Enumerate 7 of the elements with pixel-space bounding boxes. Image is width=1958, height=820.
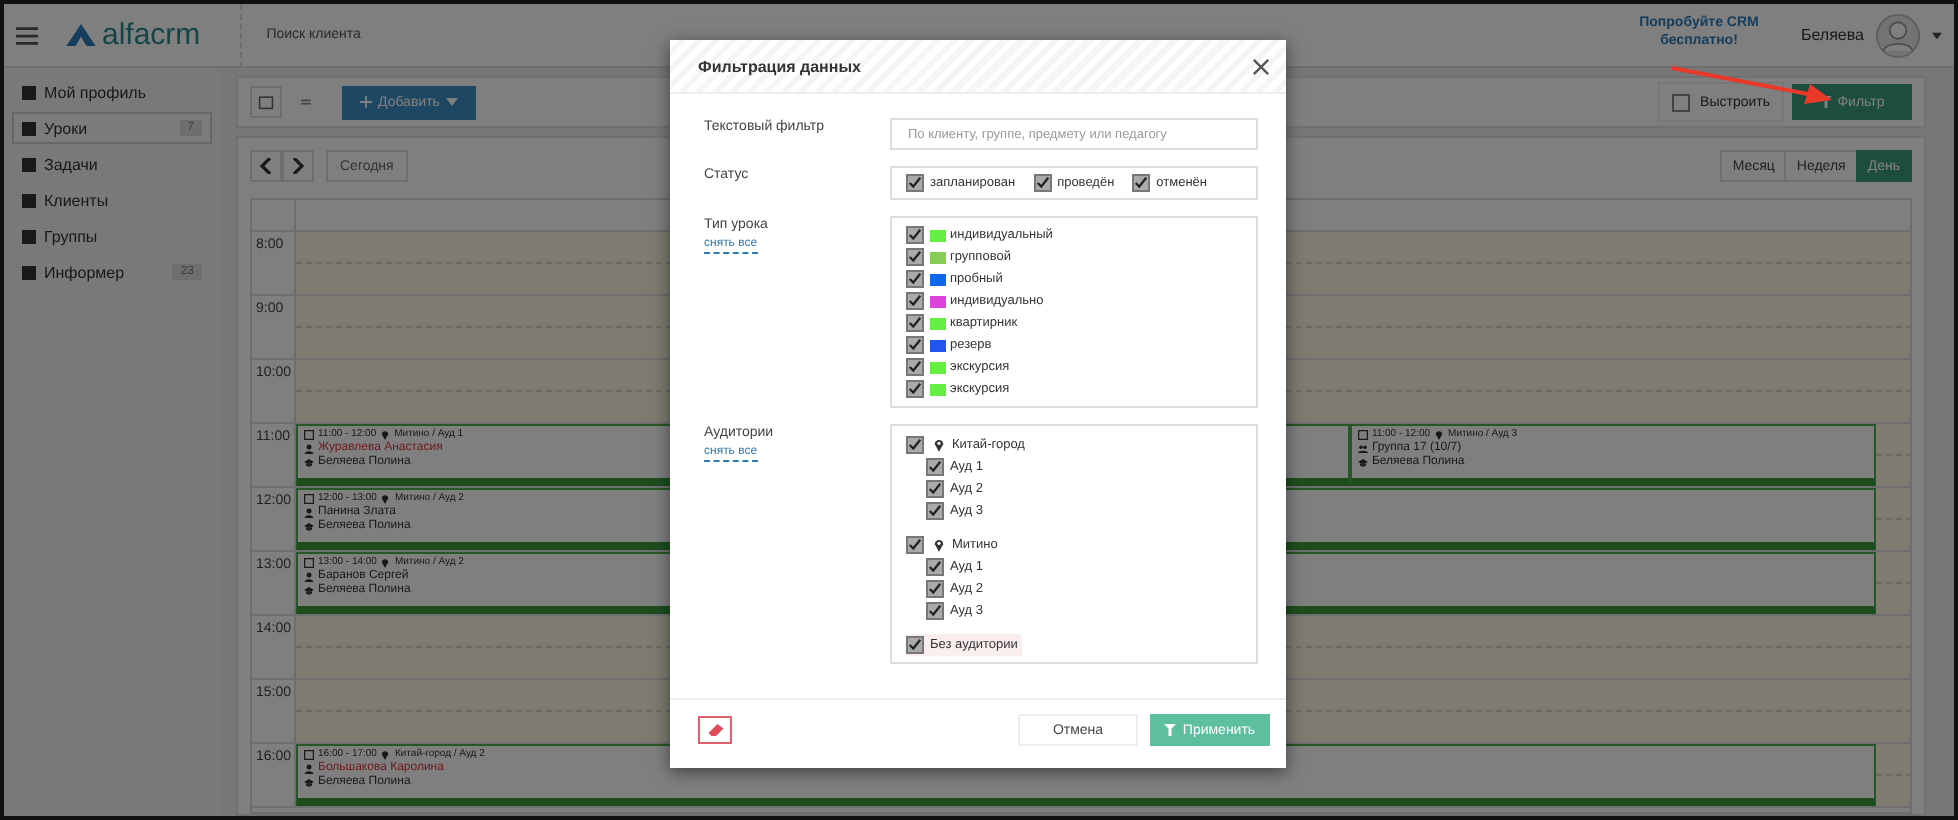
sidebar-item-label: Уроки: [44, 119, 88, 137]
sidebar-item-label: Группы: [44, 227, 98, 245]
sidebar-item-label: Задачи: [44, 155, 98, 173]
sidebar-item-label: Клиенты: [44, 191, 109, 209]
sidebar-item-label: Мой профиль: [44, 83, 147, 101]
logo-text: alfacrm: [102, 18, 201, 52]
sidebar-item-label: Информер: [44, 263, 125, 281]
